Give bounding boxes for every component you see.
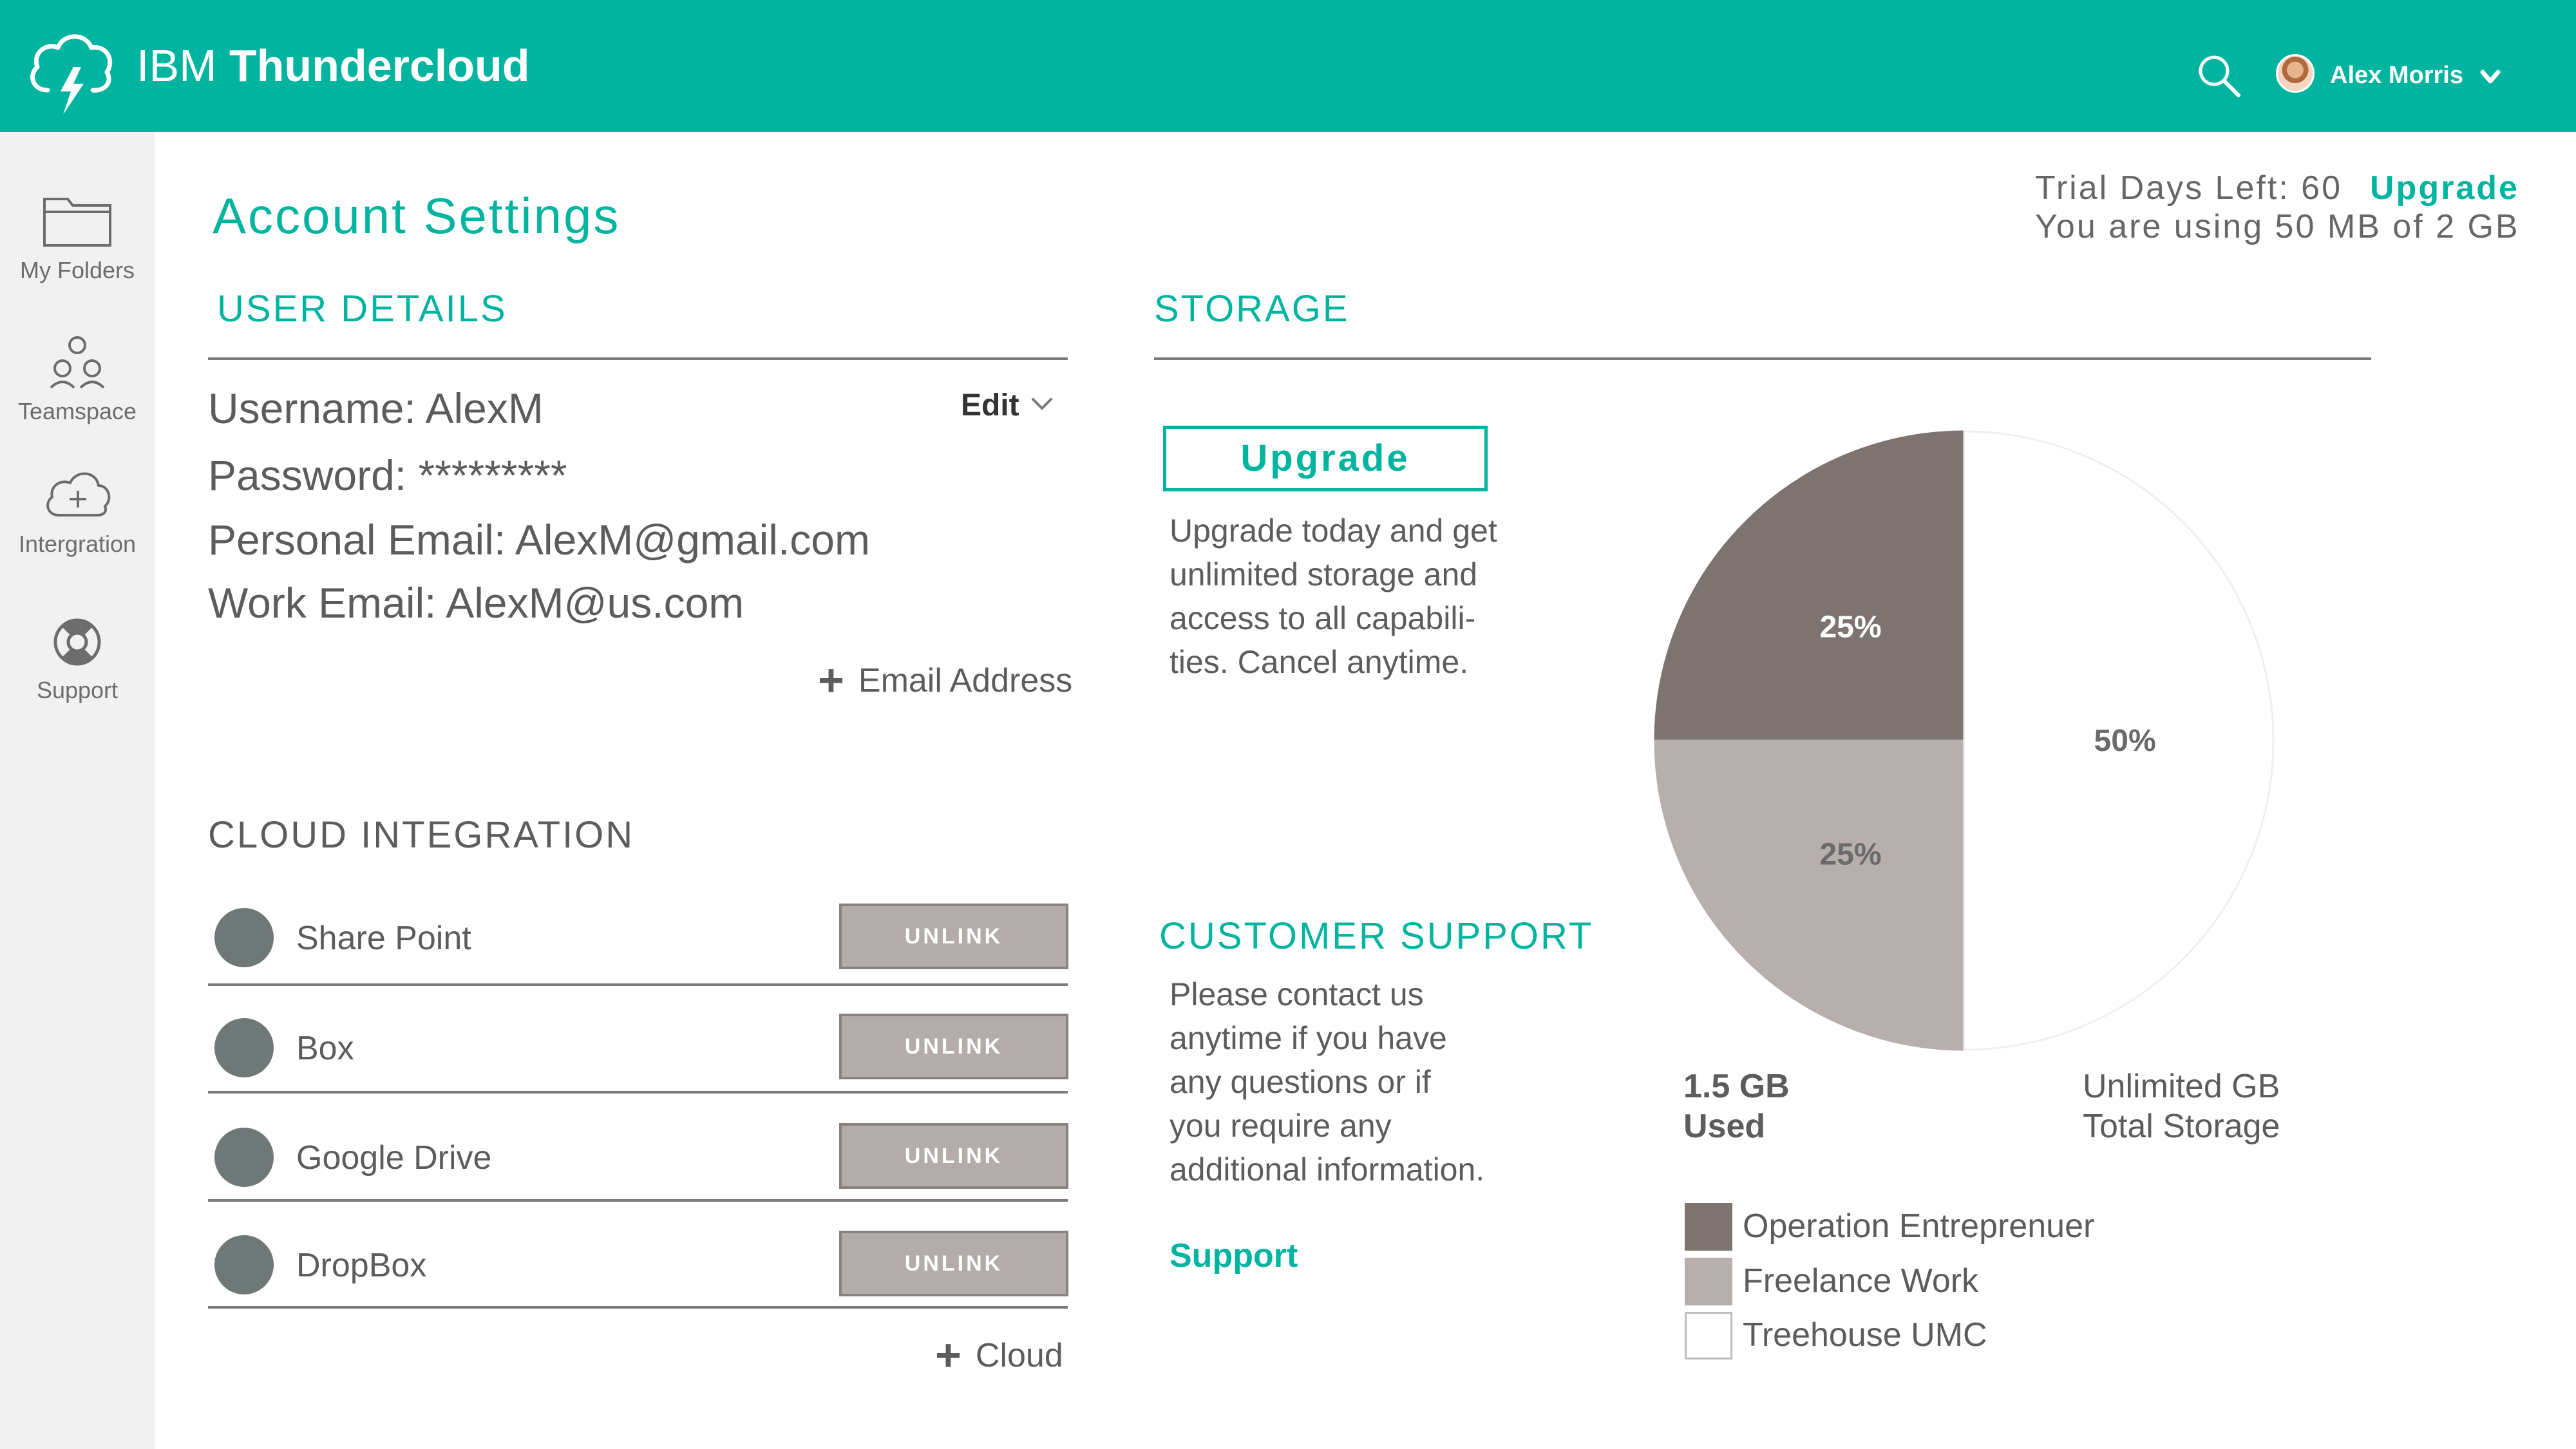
unlink-button[interactable]: UNLINK <box>839 1014 1068 1079</box>
customer-support-description: Please contact us anytime if you have an… <box>1170 976 1485 1188</box>
integration-name: Share Point <box>296 920 471 957</box>
team-icon <box>50 336 105 389</box>
integration-name: DropBox <box>296 1247 427 1284</box>
legend-label: Freelance Work <box>1743 1262 1979 1300</box>
storage-pie-chart: 25% 25% 50% <box>1654 430 2275 1051</box>
pie-slice-label: 25% <box>1819 611 1881 645</box>
brand-light-text: IBM <box>137 41 217 91</box>
user-details-heading: USER DETAILS <box>217 288 507 330</box>
legend-label: Operation Entreprenuer <box>1743 1208 2095 1245</box>
used-storage-value: 1.5 GB <box>1683 1068 1790 1105</box>
integration-divider <box>208 1091 1068 1094</box>
sidebar-item-label: Support <box>36 677 118 703</box>
password-value: Password: ********* <box>208 451 567 499</box>
thundercloud-logo-icon <box>30 34 113 115</box>
legend-label: Treehouse UMC <box>1743 1316 1987 1354</box>
edit-button[interactable]: Edit <box>961 388 1019 423</box>
integration-divider <box>208 1306 1068 1309</box>
brand-bold-text: Thundercloud <box>229 41 530 91</box>
folder-icon <box>43 198 111 247</box>
storage-divider <box>1154 357 2371 360</box>
sharepoint-icon <box>214 908 274 967</box>
trial-upgrade-link[interactable]: Upgrade <box>2370 169 2519 207</box>
plus-icon: + <box>935 1330 961 1380</box>
dropbox-icon <box>214 1235 274 1294</box>
username-value: Username: AlexM <box>208 384 544 432</box>
lifebuoy-icon <box>53 618 101 666</box>
cloud-integration-heading: CLOUD INTEGRATION <box>208 814 635 856</box>
search-icon[interactable] <box>2196 53 2242 99</box>
legend-swatch <box>1685 1203 1732 1251</box>
sidebar-item-support[interactable]: Support <box>0 616 155 704</box>
pie-slice <box>1654 739 1965 1051</box>
add-cloud-label: Cloud <box>975 1337 1063 1374</box>
used-storage-label: Used <box>1683 1108 1766 1145</box>
integration-divider <box>208 983 1068 986</box>
app-brand[interactable]: IBM Thundercloud <box>137 40 530 91</box>
sidebar-item-integration[interactable]: Intergration <box>0 464 155 558</box>
sidebar-item-teamspace[interactable]: Teamspace <box>0 335 155 425</box>
work-email-value: Work Email: AlexM@us.com <box>208 579 744 627</box>
cloud-plus-icon <box>46 472 111 516</box>
add-cloud-button[interactable]: + Cloud <box>935 1325 1063 1380</box>
integration-name: Google Drive <box>296 1139 492 1177</box>
sidebar-item-label: Teamspace <box>17 398 137 424</box>
storage-heading: STORAGE <box>1154 288 1350 330</box>
legend-swatch <box>1685 1258 1732 1305</box>
sidebar-item-label: Intergration <box>18 531 137 557</box>
google-drive-icon <box>214 1128 274 1187</box>
storage-usage-text: You are using 50 MB of 2 GB <box>2035 208 2520 245</box>
page-title: Account Settings <box>213 187 621 244</box>
chevron-down-icon[interactable] <box>1029 394 1055 413</box>
upgrade-description: Upgrade today and get unlimited storage … <box>1170 513 1497 680</box>
total-storage-value: Unlimited GB <box>2083 1068 2280 1105</box>
plus-icon: + <box>818 655 844 705</box>
integration-row-google-drive: Google Drive UNLINK <box>208 1099 1068 1202</box>
customer-support-heading: CUSTOMER SUPPORT <box>1159 915 1594 957</box>
box-icon <box>214 1018 274 1077</box>
sidebar-item-label: My Folders <box>19 257 135 283</box>
support-link[interactable]: Support <box>1170 1236 1298 1275</box>
unlink-button[interactable]: UNLINK <box>839 1123 1068 1189</box>
pie-slice <box>1654 430 1965 742</box>
integration-divider <box>208 1199 1068 1202</box>
unlink-button[interactable]: UNLINK <box>839 904 1068 969</box>
user-name[interactable]: Alex Morris <box>2330 62 2463 90</box>
avatar[interactable] <box>2276 54 2315 93</box>
integration-row-sharepoint: Share Point UNLINK <box>208 879 1068 982</box>
user-details-divider <box>208 357 1068 360</box>
integration-row-dropbox: DropBox UNLINK <box>208 1206 1068 1309</box>
total-storage-label: Total Storage <box>2083 1108 2280 1145</box>
add-email-label: Email Address <box>858 662 1073 699</box>
personal-email-value: Personal Email: AlexM@gmail.com <box>208 516 870 564</box>
add-email-address-button[interactable]: + Email Address <box>818 650 1073 705</box>
legend-swatch <box>1685 1312 1732 1359</box>
top-navigation-bar: IBM Thundercloud Alex Morris <box>0 0 2576 132</box>
pie-slice-label: 25% <box>1819 837 1881 871</box>
unlink-button[interactable]: UNLINK <box>839 1231 1068 1296</box>
integration-name: Box <box>296 1030 354 1067</box>
chevron-down-icon[interactable] <box>2479 67 2501 86</box>
pie-slice-label: 50% <box>2094 724 2156 758</box>
integration-row-box: Box UNLINK <box>208 989 1068 1092</box>
upgrade-button[interactable]: Upgrade <box>1163 426 1488 491</box>
trial-info: Trial Days Left: 60 Upgrade You are usin… <box>2035 169 2520 246</box>
sidebar: My Folders Teamspace Intergration Suppor… <box>0 132 155 1449</box>
sidebar-item-my-folders[interactable]: My Folders <box>0 194 155 284</box>
